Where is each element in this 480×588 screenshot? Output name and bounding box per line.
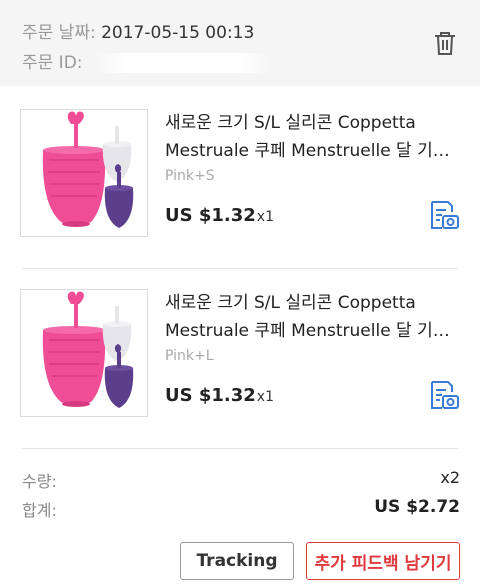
order-id-redacted — [91, 53, 272, 73]
product-price-value: US $1.32 — [165, 385, 256, 406]
summary-quantity-label: 수량: — [22, 472, 57, 491]
product-price-value: US $1.32 — [165, 205, 256, 226]
delete-order-button[interactable] — [430, 28, 460, 58]
product-price: US $1.32x1 — [165, 205, 274, 226]
leave-feedback-button[interactable]: 추가 피드백 남기기 — [306, 542, 460, 580]
order-item[interactable]: 새로운 크기 S/L 실리콘 Coppetta Mestruale 쿠페 Men… — [0, 275, 480, 435]
product-image[interactable] — [20, 289, 148, 417]
summary-total-label: 합계: — [22, 501, 57, 520]
order-date-label: 주문 날짜: — [22, 23, 96, 43]
summary-quantity-value: x2 — [440, 468, 460, 487]
photo-review-button[interactable] — [428, 199, 460, 231]
order-date: 주문 날짜: 2017-05-15 00:13 — [22, 18, 254, 43]
summary-divider — [22, 448, 458, 449]
tracking-button[interactable]: Tracking — [180, 542, 294, 580]
order-id: 주문 ID: — [22, 48, 272, 73]
product-title[interactable]: 새로운 크기 S/L 실리콘 Coppetta Mestruale 쿠페 Men… — [165, 109, 461, 165]
product-quantity: x1 — [256, 209, 274, 225]
product-variant: Pink+L — [165, 348, 214, 364]
photo-review-button[interactable] — [428, 379, 460, 411]
item-divider — [22, 268, 458, 269]
trash-icon — [435, 32, 455, 55]
photo-review-icon — [431, 201, 459, 229]
menstrual-cup-image — [42, 111, 134, 228]
product-variant: Pink+S — [165, 168, 215, 184]
product-title[interactable]: 새로운 크기 S/L 실리콘 Coppetta Mestruale 쿠페 Men… — [165, 289, 461, 345]
product-image[interactable] — [20, 109, 148, 237]
summary-total-value: US $2.72 — [374, 497, 460, 517]
order-item[interactable]: 새로운 크기 S/L 실리콘 Coppetta Mestruale 쿠페 Men… — [0, 95, 480, 255]
order-header: 주문 날짜: 2017-05-15 00:13 주문 ID: — [0, 0, 480, 86]
product-price: US $1.32x1 — [165, 385, 274, 406]
order-id-label: 주문 ID: — [22, 53, 83, 73]
product-quantity: x1 — [256, 389, 274, 405]
order-date-value: 2017-05-15 00:13 — [101, 23, 255, 43]
photo-review-icon — [431, 381, 459, 409]
menstrual-cup-image — [42, 291, 134, 408]
